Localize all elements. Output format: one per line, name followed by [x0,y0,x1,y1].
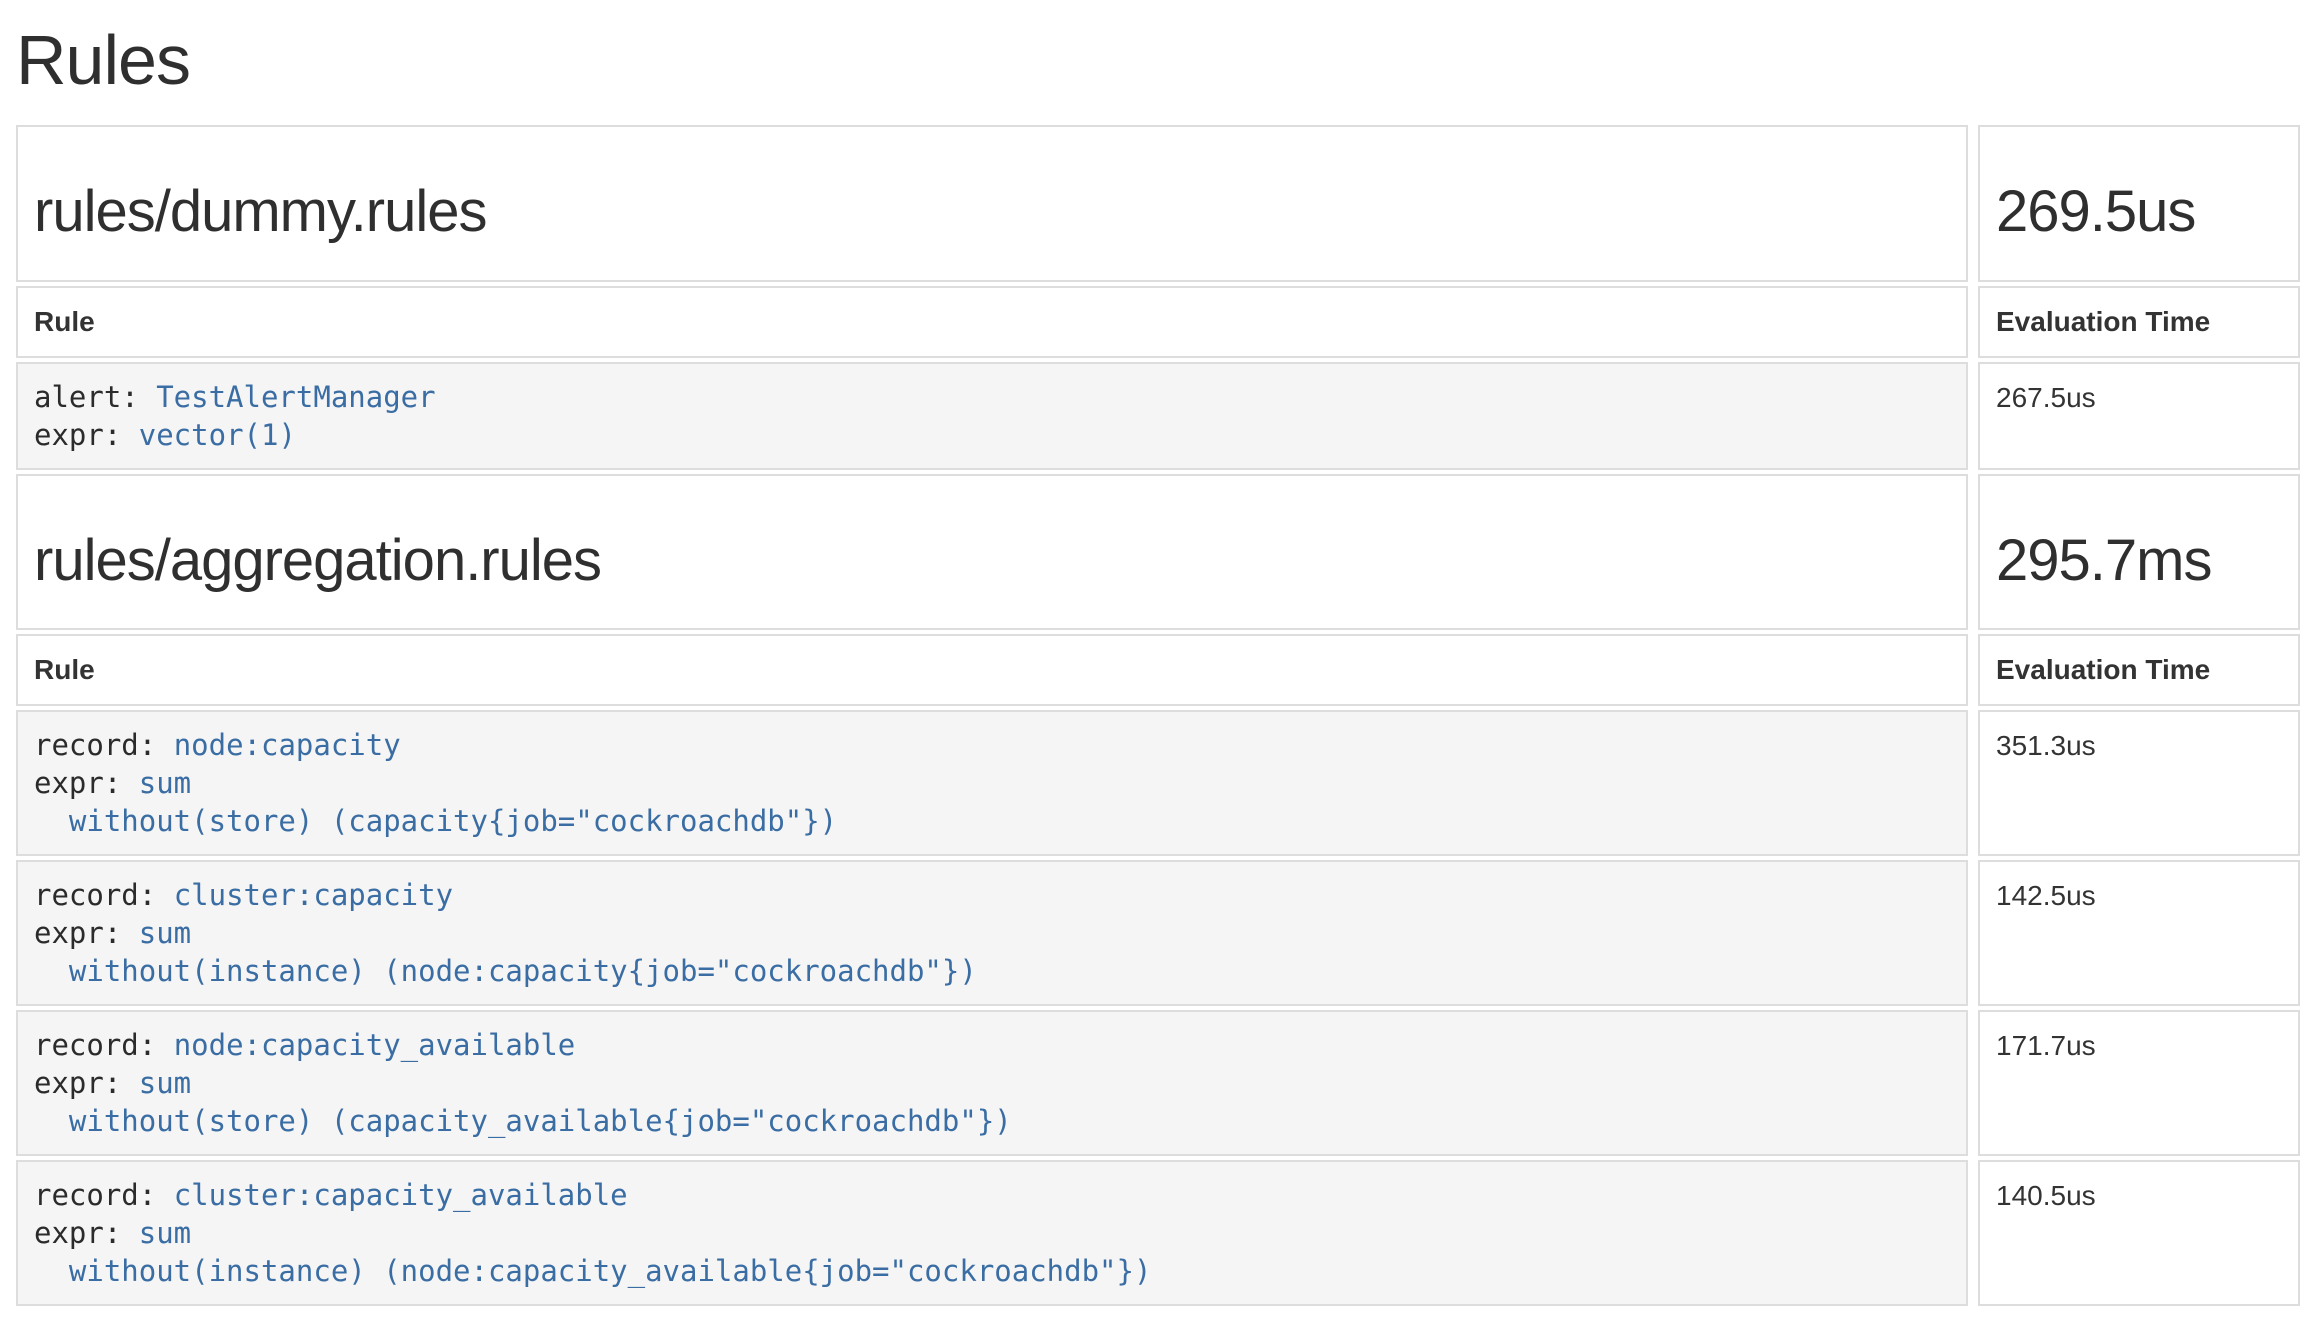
rule-code-line: expr: sum [34,1214,1950,1252]
rule-evaluation-time: 351.3us [1978,710,2300,856]
rule-expression-link[interactable]: node:capacity [174,728,401,762]
rule-row: record: cluster:capacity_availableexpr: … [16,1160,2300,1306]
rule-code-line: alert: TestAlertManager [34,378,1950,416]
rule-code-line: without(instance) (node:capacity{job="co… [34,952,1950,990]
rule-code-text: expr: [34,766,139,800]
rule-code-text: expr: [34,418,139,452]
column-header-row: Rule Evaluation Time [16,634,2300,706]
rule-code-line: record: node:capacity_available [34,1026,1950,1064]
rule-row: alert: TestAlertManagerexpr: vector(1)26… [16,362,2300,470]
rule-code-cell: record: cluster:capacity_availableexpr: … [16,1160,1968,1306]
eval-time-column-header: Evaluation Time [1978,634,2300,706]
rule-expression-link[interactable]: cluster:capacity_available [174,1178,628,1212]
rule-expression-link[interactable]: sum [139,766,191,800]
rule-code-text: expr: [34,1066,139,1100]
rule-code-text: alert: [34,380,156,414]
rule-code-cell: record: node:capacityexpr: sum without(s… [16,710,1968,856]
rule-column-header: Rule [16,634,1968,706]
rule-expression-link[interactable]: sum [139,916,191,950]
group-eval-cell: 295.7ms [1978,474,2300,631]
rule-code-line: record: cluster:capacity [34,876,1950,914]
eval-time-column-header: Evaluation Time [1978,286,2300,358]
group-header-row: rules/aggregation.rules 295.7ms [16,474,2300,631]
rule-code-line: expr: sum [34,1064,1950,1102]
rule-row: record: node:capacity_availableexpr: sum… [16,1010,2300,1156]
rule-code-line: record: cluster:capacity_available [34,1176,1950,1214]
rule-code-text [34,1254,69,1288]
rule-expression-link[interactable]: without(instance) (node:capacity{job="co… [69,954,977,988]
rule-code-line: without(instance) (node:capacity_availab… [34,1252,1950,1290]
group-evaluation-time: 269.5us [1996,179,2282,246]
rule-evaluation-time: 267.5us [1978,362,2300,470]
rule-row: record: node:capacityexpr: sum without(s… [16,710,2300,856]
rules-table: rules/dummy.rules 269.5us Rule Evaluatio… [6,121,2310,1310]
group-name-cell: rules/aggregation.rules [16,474,1968,631]
rule-code-text: record: [34,1178,174,1212]
rule-evaluation-time: 140.5us [1978,1160,2300,1306]
group-file-name: rules/dummy.rules [34,179,1950,246]
rule-code-cell: record: cluster:capacityexpr: sum withou… [16,860,1968,1006]
rule-expression-link[interactable]: cluster:capacity [174,878,453,912]
rule-expression-link[interactable]: without(store) (capacity_available{job="… [69,1104,1012,1138]
page-title: Rules [16,22,2300,99]
column-header-row: Rule Evaluation Time [16,286,2300,358]
rule-code-text [34,1104,69,1138]
group-evaluation-time: 295.7ms [1996,528,2282,595]
rule-expression-link[interactable]: sum [139,1216,191,1250]
rule-expression-link[interactable]: without(instance) (node:capacity_availab… [69,1254,1152,1288]
rule-row: record: cluster:capacityexpr: sum withou… [16,860,2300,1006]
rule-code-line: without(store) (capacity_available{job="… [34,1102,1950,1140]
rule-expression-link[interactable]: without(store) (capacity{job="cockroachd… [69,804,837,838]
rule-code-line: expr: sum [34,914,1950,952]
rule-expression-link[interactable]: vector(1) [139,418,296,452]
group-name-cell: rules/dummy.rules [16,125,1968,282]
rule-code-cell: alert: TestAlertManagerexpr: vector(1) [16,362,1968,470]
rule-expression-link[interactable]: node:capacity_available [174,1028,576,1062]
rule-code-text: record: [34,728,174,762]
group-file-name: rules/aggregation.rules [34,528,1950,595]
group-eval-cell: 269.5us [1978,125,2300,282]
rule-code-text [34,954,69,988]
rule-code-text: record: [34,1028,174,1062]
rule-code-text: expr: [34,1216,139,1250]
rule-evaluation-time: 142.5us [1978,860,2300,1006]
rules-table-body: rules/dummy.rules 269.5us Rule Evaluatio… [16,125,2300,1306]
group-header-row: rules/dummy.rules 269.5us [16,125,2300,282]
rule-code-cell: record: node:capacity_availableexpr: sum… [16,1010,1968,1156]
rule-code-line: without(store) (capacity{job="cockroachd… [34,802,1950,840]
rule-code-line: expr: vector(1) [34,416,1950,454]
rule-expression-link[interactable]: sum [139,1066,191,1100]
rule-code-text: record: [34,878,174,912]
rule-code-text: expr: [34,916,139,950]
rule-code-line: expr: sum [34,764,1950,802]
rule-column-header: Rule [16,286,1968,358]
rule-code-line: record: node:capacity [34,726,1950,764]
rule-evaluation-time: 171.7us [1978,1010,2300,1156]
rule-expression-link[interactable]: TestAlertManager [156,380,435,414]
rule-code-text [34,804,69,838]
